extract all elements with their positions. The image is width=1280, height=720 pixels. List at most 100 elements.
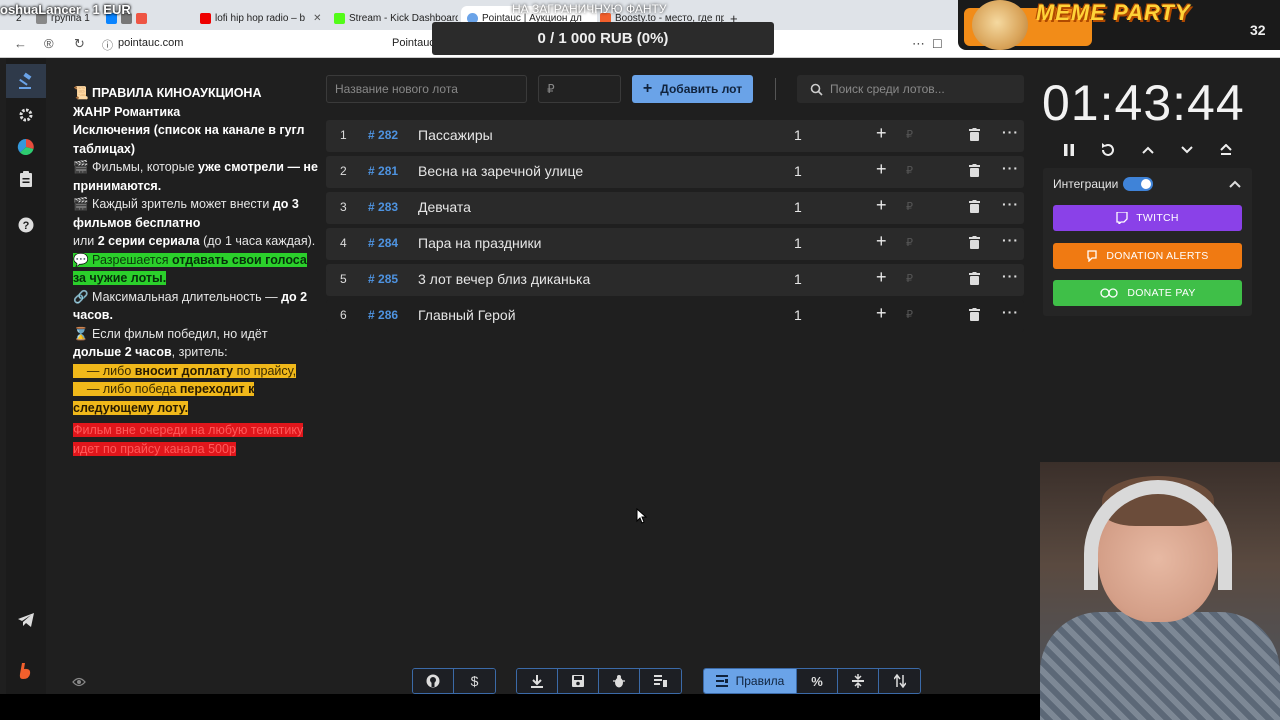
percent-icon[interactable]: % [797, 669, 838, 693]
lot-row[interactable]: 5 # 285 3 лот вечер близ диканька 1 + ₽ … [326, 264, 1024, 296]
lot-amount[interactable]: 1 [794, 127, 802, 143]
align-center-icon[interactable] [838, 669, 879, 693]
auction-gavel-icon[interactable] [6, 64, 46, 98]
double-up-icon[interactable] [1214, 138, 1238, 162]
chevron-up-icon[interactable] [1229, 175, 1241, 193]
donate-pay-button[interactable]: DONATE PAY [1053, 280, 1242, 306]
lot-row[interactable]: 6 # 286 Главный Герой 1 + ₽ ··· [326, 300, 1024, 332]
gear-icon[interactable] [6, 98, 46, 132]
lot-position: 3 [340, 200, 347, 214]
svg-text:?: ? [23, 220, 30, 232]
trash-icon[interactable] [969, 308, 980, 324]
donation-alerts-button[interactable]: DONATION ALERTS [1053, 243, 1242, 269]
close-tab-icon[interactable]: ✕ [313, 13, 321, 24]
back-icon[interactable]: ← [14, 36, 27, 51]
lot-row[interactable]: 3 # 283 Девчата 1 + ₽ ··· [326, 192, 1024, 224]
more-icon[interactable]: ··· [1002, 160, 1019, 176]
side-nav: ? [6, 58, 46, 694]
reset-icon[interactable] [1096, 138, 1120, 162]
lot-name[interactable]: Пара на праздники [418, 235, 542, 251]
add-amount-icon[interactable]: + [876, 303, 887, 324]
save-icon[interactable] [558, 669, 599, 693]
integrations-toggle[interactable] [1123, 177, 1153, 191]
lot-amount-input[interactable]: ₽ [538, 75, 621, 103]
sort-icon[interactable] [879, 669, 920, 693]
overlay-top-text: НА ЗАГРАНИЧНУЮ ФАНТУ [512, 2, 667, 16]
trash-icon[interactable] [969, 128, 980, 144]
reload-icon[interactable]: ↻ [74, 36, 85, 52]
more-icon[interactable]: ··· [1002, 232, 1019, 248]
lot-name[interactable]: Девчата [418, 199, 471, 215]
pause-icon[interactable] [1057, 138, 1081, 162]
download-icon[interactable] [517, 669, 558, 693]
rules-button[interactable]: Правила [704, 669, 797, 693]
help-icon[interactable]: ? [6, 208, 46, 242]
settings-tune-icon[interactable]: ⋯ [912, 36, 925, 52]
lot-name[interactable]: Весна на заречной улице [418, 163, 583, 179]
integrations-label: Интеграции [1053, 177, 1119, 191]
mouse-cursor-icon [636, 508, 648, 524]
boosty-icon[interactable] [6, 654, 46, 688]
lot-amount[interactable]: 1 [794, 163, 802, 179]
webcam-shirt [1040, 612, 1280, 720]
forward-icon[interactable]: ® [44, 36, 54, 51]
lot-name[interactable]: Главный Герой [418, 307, 516, 323]
chevron-down-icon[interactable] [1175, 138, 1199, 162]
bookmark-icon[interactable]: ☐ [932, 37, 943, 51]
divider [775, 78, 776, 100]
toolbar-links: $ [412, 668, 496, 694]
more-icon[interactable]: ··· [1002, 196, 1019, 212]
tab-lofi[interactable]: lofi hip hop radio – b ✕ [200, 8, 322, 28]
lot-position: 1 [340, 128, 347, 142]
eye-icon[interactable] [72, 674, 86, 692]
add-amount-icon[interactable]: + [876, 159, 887, 180]
toolbar-actions [516, 668, 682, 694]
rule-duration: 🔗 Максимальная длительность — до 2 часов… [73, 289, 308, 323]
clear-list-icon[interactable] [640, 669, 681, 693]
lot-amount[interactable]: 1 [794, 235, 802, 251]
more-icon[interactable]: ··· [1002, 124, 1019, 140]
trash-icon[interactable] [969, 164, 980, 180]
doge-logo [972, 0, 1028, 50]
wheel-icon[interactable] [6, 130, 46, 164]
url-field[interactable]: pointauc.com [118, 37, 183, 49]
lot-amount[interactable]: 1 [794, 199, 802, 215]
telegram-icon[interactable] [6, 603, 46, 637]
lot-search-input[interactable]: Поиск среди лотов... [797, 75, 1024, 103]
add-amount-icon[interactable]: + [876, 231, 887, 252]
lot-name[interactable]: Пассажиры [418, 127, 493, 143]
lot-name[interactable]: 3 лот вечер близ диканька [418, 271, 590, 287]
github-icon[interactable] [413, 669, 454, 693]
twitch-button[interactable]: TWITCH [1053, 205, 1242, 231]
dollar-icon[interactable]: $ [454, 669, 495, 693]
lot-amount[interactable]: 1 [794, 271, 802, 287]
more-icon[interactable]: ··· [1002, 304, 1019, 320]
chevron-up-icon[interactable] [1136, 138, 1160, 162]
trash-icon[interactable] [969, 272, 980, 288]
more-icon[interactable]: ··· [1002, 268, 1019, 284]
trash-icon[interactable] [969, 200, 980, 216]
lot-row[interactable]: 4 # 284 Пара на праздники 1 + ₽ ··· [326, 228, 1024, 260]
donation-goal: 0 / 1 000 RUB (0%) [432, 22, 774, 55]
add-lot-button[interactable]: + Добавить лот [632, 75, 753, 103]
add-amount-icon[interactable]: + [876, 267, 887, 288]
site-info-icon[interactable]: ⓘ [102, 37, 113, 53]
trash-icon[interactable] [969, 236, 980, 252]
bug-icon[interactable] [599, 669, 640, 693]
ruble-icon: ₽ [906, 273, 913, 285]
lot-row[interactable]: 2 # 281 Весна на заречной улице 1 + ₽ ··… [326, 156, 1024, 188]
youtube-icon [200, 12, 211, 24]
rules-icon [715, 675, 728, 687]
new-lot-input[interactable]: Название нового лота [326, 75, 527, 103]
rules-genre: ЖАНР Романтика [73, 104, 181, 119]
auction-rules: 📜 ПРАВИЛА КИНОАУКЦИОНА ЖАНР Романтика Ис… [73, 84, 318, 458]
donate-pay-icon [1100, 288, 1118, 298]
clipboard-icon[interactable] [6, 162, 46, 196]
add-amount-icon[interactable]: + [876, 195, 887, 216]
lot-amount[interactable]: 1 [794, 307, 802, 323]
lot-row[interactable]: 1 # 282 Пассажиры 1 + ₽ ··· [326, 120, 1024, 152]
add-amount-icon[interactable]: + [876, 123, 887, 144]
lot-position: 2 [340, 164, 347, 178]
lot-id: # 286 [368, 308, 399, 322]
ruble-icon: ₽ [906, 129, 913, 141]
